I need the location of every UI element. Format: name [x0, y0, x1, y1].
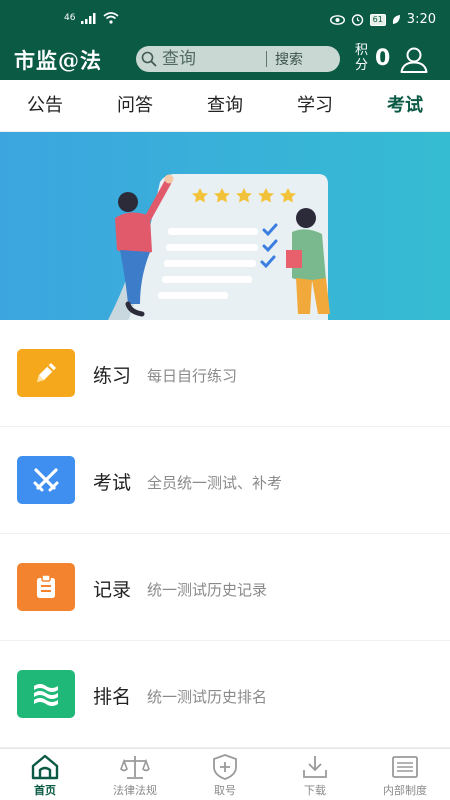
pencil-icon — [17, 349, 75, 397]
search-icon — [136, 51, 162, 67]
app-header: 市监@法 搜索 积分 0 — [0, 40, 450, 80]
app-screen: 46 61 3:20 市监@法 查询 搜索 积分 0 公告 问答 查询 学习 考… — [0, 0, 450, 800]
nav-download[interactable]: 下载 — [270, 749, 360, 800]
menu-item-desc: 统一测试历史排名 — [147, 688, 268, 706]
home-icon — [31, 754, 59, 780]
download-icon — [303, 756, 327, 778]
document-list-icon — [392, 756, 418, 778]
menu-item-exam[interactable]: 考试 全员统一测试、补考 — [0, 427, 450, 534]
tab-exam[interactable]: 考试 — [360, 80, 450, 131]
nav-label: 内部制度 — [383, 784, 427, 797]
scales-icon — [120, 756, 150, 779]
status-bar: 46 61 3:20 — [0, 0, 450, 40]
layers-icon — [17, 670, 75, 718]
network-type-label: 46 — [64, 13, 76, 23]
user-profile-button[interactable] — [398, 44, 430, 76]
nav-home[interactable]: 首页 — [0, 749, 90, 800]
points-label: 积分 — [355, 43, 369, 73]
menu-item-title: 记录 — [93, 579, 132, 601]
tab-study[interactable]: 学习 — [270, 80, 360, 131]
search-divider — [266, 51, 267, 67]
battery-indicator: 61 — [369, 13, 386, 26]
clipboard-icon — [17, 563, 75, 611]
menu-item-title: 练习 — [93, 365, 132, 387]
search-bar: 搜索 — [136, 46, 340, 72]
menu-item-practice[interactable]: 练习 每日自行练习 — [0, 320, 450, 427]
exam-banner — [0, 132, 450, 320]
shield-plus-icon — [213, 754, 237, 780]
banner-illustration — [0, 132, 450, 320]
points-value: 0 — [375, 46, 391, 71]
menu-item-desc: 全员统一测试、补考 — [147, 474, 283, 492]
leaf-icon — [392, 15, 400, 24]
app-logo: 市监@法 — [14, 48, 102, 73]
nav-label: 首页 — [34, 784, 56, 797]
nav-laws[interactable]: 法律法规 — [90, 749, 180, 800]
tab-query[interactable]: 查询 — [180, 80, 270, 131]
search-input[interactable] — [162, 49, 266, 69]
nav-label: 法律法规 — [113, 784, 157, 797]
exam-menu: 练习 每日自行练习 考试 全员统一测试、补考 记录 统一测试历史记录 排名 统一… — [0, 320, 450, 748]
user-icon — [400, 47, 428, 73]
crossed-swords-icon — [17, 456, 75, 504]
alarm-icon — [351, 14, 363, 26]
nav-label: 下载 — [304, 784, 326, 797]
clock: 3:20 — [406, 12, 436, 27]
search-button[interactable]: 搜索 — [275, 49, 303, 69]
tab-announcements[interactable]: 公告 — [0, 80, 90, 131]
status-left: 46 — [64, 12, 119, 24]
category-tabs: 公告 问答 查询 学习 考试 — [0, 80, 450, 132]
wifi-icon — [103, 12, 119, 24]
signal-icon — [81, 12, 96, 24]
tab-qa[interactable]: 问答 — [90, 80, 180, 131]
menu-item-title: 排名 — [93, 686, 132, 708]
eye-icon — [329, 14, 345, 25]
menu-item-records[interactable]: 记录 统一测试历史记录 — [0, 534, 450, 641]
nav-internal-rules[interactable]: 内部制度 — [360, 749, 450, 800]
menu-item-ranking[interactable]: 排名 统一测试历史排名 — [0, 641, 450, 748]
nav-label: 取号 — [214, 784, 236, 797]
menu-item-desc: 统一测试历史记录 — [147, 581, 268, 599]
menu-item-title: 考试 — [93, 472, 132, 494]
nav-queue-number[interactable]: 取号 — [180, 749, 270, 800]
menu-item-desc: 每日自行练习 — [147, 367, 238, 385]
bottom-navigation: 首页 法律法规 取号 下载 内部制度 — [0, 748, 450, 800]
status-right: 61 3:20 — [329, 12, 436, 27]
